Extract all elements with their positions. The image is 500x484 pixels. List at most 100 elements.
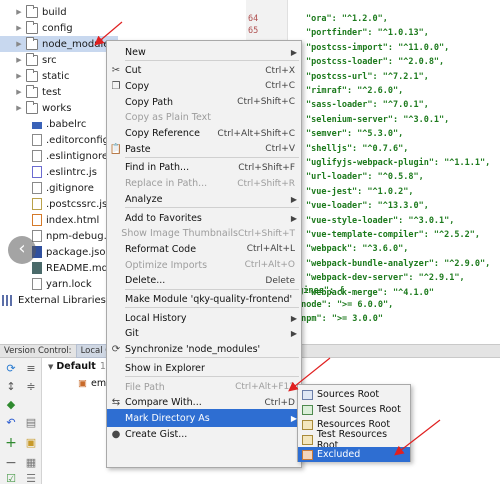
file-icon [32,150,42,162]
folder-icon [26,36,38,50]
test-sources-root-folder-icon [302,404,313,415]
menu-item-show-in-explorer[interactable]: Show in Explorer [107,359,301,377]
submenu-item-excluded[interactable]: Excluded [298,447,410,462]
expand-icon[interactable]: ≑ [24,380,38,394]
submenu-arrow-icon: ▶ [290,313,297,323]
menu-item-label: Find in Path... [125,162,190,174]
github-icon: ● [111,428,121,440]
resources-root-folder-icon [302,419,313,430]
menu-item-make-module-qky-quality-frontend[interactable]: Make Module 'qky-quality-frontend' [107,291,301,309]
menu-item-label: Copy [125,80,150,92]
expand-arrow-icon[interactable]: ▶ [14,40,24,48]
menu-item-paste[interactable]: 📋 Paste Ctrl+V [107,140,301,158]
menu-item-shortcut: Ctrl+Shift+F [238,162,295,173]
menu-item-label: Compare With... [125,397,202,409]
menu-item-label: File Path [125,381,165,393]
code-line: "postcss-import": "^11.0.0", [306,42,450,53]
tree-item[interactable]: ▶ build [0,4,246,20]
menu-item-delete[interactable]: Delete... Delete [107,272,301,290]
expand-arrow-icon[interactable]: ▶ [14,24,24,32]
menu-item-shortcut: Ctrl+Shift+T [237,228,295,239]
add-icon[interactable]: + [4,436,18,450]
tree-item[interactable]: ▶ config [0,20,246,36]
refresh-icon[interactable]: ⟳ [4,362,18,376]
expand-arrow-icon[interactable]: ▼ [48,363,53,371]
babel-file-icon [32,122,42,129]
submenu-item-label: Sources Root [317,389,380,400]
menu-item-label: Copy Reference [125,128,200,139]
tree-item-label: .postcssrc.js [46,198,108,210]
code-line: "shelljs": "^0.7.6", [306,143,409,154]
version-control-title: Version Control: [4,346,72,356]
tree-item-label: index.html [46,214,100,226]
menu-separator [125,156,299,158]
commit-icon[interactable]: ◆ [4,398,18,412]
menu-item-label: Copy as Plain Text [125,112,211,124]
submenu-item-sources-root[interactable]: Sources Root [298,387,410,402]
menu-item-label: Delete... [125,275,166,287]
menu-item-analyze[interactable]: Analyze ▶ [107,190,301,208]
menu-item-create-gist[interactable]: ● Create Gist... [107,425,301,443]
tree-item-label: .eslintrc.js [46,166,97,178]
file-icon [32,134,42,146]
menu-item-label: Paste [125,143,151,155]
code-line: "npm": ">= 3.0.0" [296,314,383,324]
menu-item-label: Git [125,328,139,340]
tree-item-label: .eslintignore [46,150,108,162]
diff-icon[interactable]: ▤ [24,416,38,430]
shelve-icon[interactable]: ▣ [24,436,38,450]
code-line: "vue-jest": "^1.0.2", [306,186,414,197]
collapse-icon[interactable]: ≡ [24,362,38,376]
menu-item-label: Add to Favorites [125,212,202,224]
rollback-icon[interactable]: ↶ [4,416,18,430]
menu-item-shortcut: Ctrl+V [265,144,295,155]
compare-icon: ⇆ [111,397,121,409]
remove-icon[interactable]: − [4,456,18,470]
menu-item-synchronize-node-modules[interactable]: ⟳ Synchronize 'node_modules' [107,341,301,359]
back-arrow-icon[interactable]: ‹ [8,236,36,264]
expand-arrow-icon[interactable]: ▶ [14,104,24,112]
tree-item-label: .babelrc [46,118,87,130]
file-icon [32,182,42,194]
code-line: "selenium-server": "^3.0.1", [306,114,450,125]
tree-item-label: static [42,70,70,82]
library-icon [2,294,14,306]
submenu-item-test-sources-root[interactable]: Test Sources Root [298,402,410,417]
changelist-default[interactable]: ▼ Default 1 fi [48,361,115,372]
line-number: 64 [248,14,259,24]
menu-item-label: New [125,46,146,58]
sources-root-folder-icon [302,389,313,400]
submenu-item-label: Test Sources Root [317,404,401,415]
file-icon [32,278,42,290]
expand-arrow-icon[interactable]: ▶ [14,88,24,96]
menu-separator [125,207,299,208]
test-resources-root-folder-icon [302,434,313,445]
group-icon[interactable]: ▦ [24,456,38,470]
checkbox-icon[interactable]: ☑ [4,472,18,484]
expand-arrow-icon[interactable]: ▶ [14,56,24,64]
settings-icon[interactable]: ☰ [24,472,38,484]
menu-item-shortcut: Ctrl+Alt+Shift+C [217,128,295,139]
menu-item-shortcut: Ctrl+Shift+R [237,178,295,189]
line-number: 65 [248,26,259,36]
expand-arrow-icon[interactable]: ▶ [14,8,24,16]
tree-item-label: src [42,54,57,66]
menu-item-label: Analyze [125,193,163,205]
expand-arrow-icon[interactable]: ▶ [14,72,24,80]
tree-item-label: build [42,6,67,18]
menu-item-label: Show in Explorer [125,362,205,374]
code-line: "vue-template-compiler": "^2.5.2", [306,230,480,240]
mark-directory-submenu: Sources Root Test Sources Root Resources R… [297,384,411,462]
menu-item-label: Optimize Imports [125,259,208,271]
tree-item-label: yarn.lock [46,278,92,290]
code-line: "vue-style-loader": "^3.0.1", [306,215,455,226]
menu-item-shortcut: Ctrl+Alt+L [246,244,295,255]
tree-item[interactable]: ▶ node_modules [0,36,118,52]
vcs-icon[interactable]: ↕ [4,380,18,394]
menu-item-shortcut: Ctrl+D [264,397,296,408]
menu-item-new[interactable]: New ▶ [107,43,301,61]
menu-separator [125,307,299,309]
menu-separator [125,59,299,61]
menu-separator [125,288,299,290]
submenu-item-test-resources-root[interactable]: Test Resources Root [298,429,410,451]
